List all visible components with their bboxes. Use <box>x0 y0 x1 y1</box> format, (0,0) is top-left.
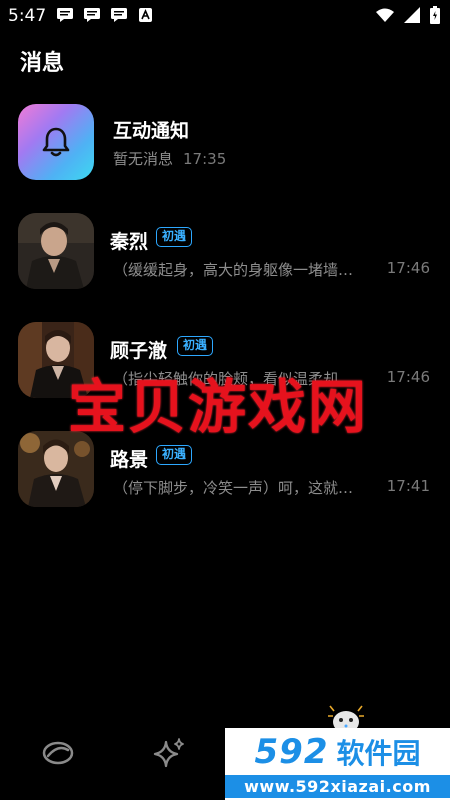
message-icon <box>57 8 73 22</box>
nav-item-sparkle[interactable] <box>150 733 190 773</box>
avatar <box>18 213 94 289</box>
page-title: 消息 <box>20 51 65 76</box>
status-badge: 初遇 <box>156 227 193 247</box>
character-name: 秦烈 <box>110 231 149 253</box>
status-bar: 5:47 <box>0 0 450 32</box>
font-icon <box>139 8 152 22</box>
message-preview: （缓缓起身，高大的身躯像一堵墙… <box>113 261 354 279</box>
status-time: 5:47 <box>8 6 47 26</box>
status-badge: 初遇 <box>177 336 214 356</box>
notification-subtitle-line: 暂无消息 17:35 <box>113 148 226 169</box>
message-preview: （停下脚步，冷笑一声）呵，这就… <box>113 479 354 497</box>
character-name: 路景 <box>110 449 149 471</box>
status-badge: 初遇 <box>156 445 193 465</box>
signal-icon <box>404 7 420 23</box>
message-time: 17:46 <box>386 259 430 277</box>
site-logo-name: 软件园 <box>336 737 421 770</box>
message-time: 17:41 <box>386 477 430 495</box>
site-logo-title: 592 软件园 <box>225 730 450 774</box>
message-icon <box>111 8 127 22</box>
site-logo-number: 592 <box>254 732 329 772</box>
planet-icon <box>42 741 74 765</box>
bell-icon <box>42 127 70 157</box>
notification-row[interactable]: 互动通知 暂无消息 17:35 <box>0 104 450 194</box>
notification-time: 17:35 <box>183 150 227 168</box>
site-logo-url: www.592xiazai.com <box>225 775 450 798</box>
wifi-icon <box>376 8 394 22</box>
message-time: 17:46 <box>386 368 430 386</box>
watermark-text: 宝贝游戏网 <box>68 373 369 441</box>
conversation-item[interactable]: 路景 初遇 （停下脚步，冷笑一声）呵，这就… 17:41 <box>0 431 450 521</box>
site-logo: 592 软件园 www.592xiazai.com <box>225 728 450 800</box>
notification-avatar <box>18 104 94 180</box>
status-icons <box>376 6 440 24</box>
message-icon <box>84 8 100 22</box>
notification-subtitle: 暂无消息 <box>113 150 174 168</box>
character-name: 顾子澈 <box>110 340 168 362</box>
battery-icon <box>430 6 440 24</box>
notification-title: 互动通知 <box>113 120 190 142</box>
conversation-item[interactable]: 秦烈 初遇 （缓缓起身，高大的身躯像一堵墙… 17:46 <box>0 213 450 303</box>
nav-item-planet[interactable] <box>38 733 78 773</box>
sparkle-icon <box>153 738 184 768</box>
